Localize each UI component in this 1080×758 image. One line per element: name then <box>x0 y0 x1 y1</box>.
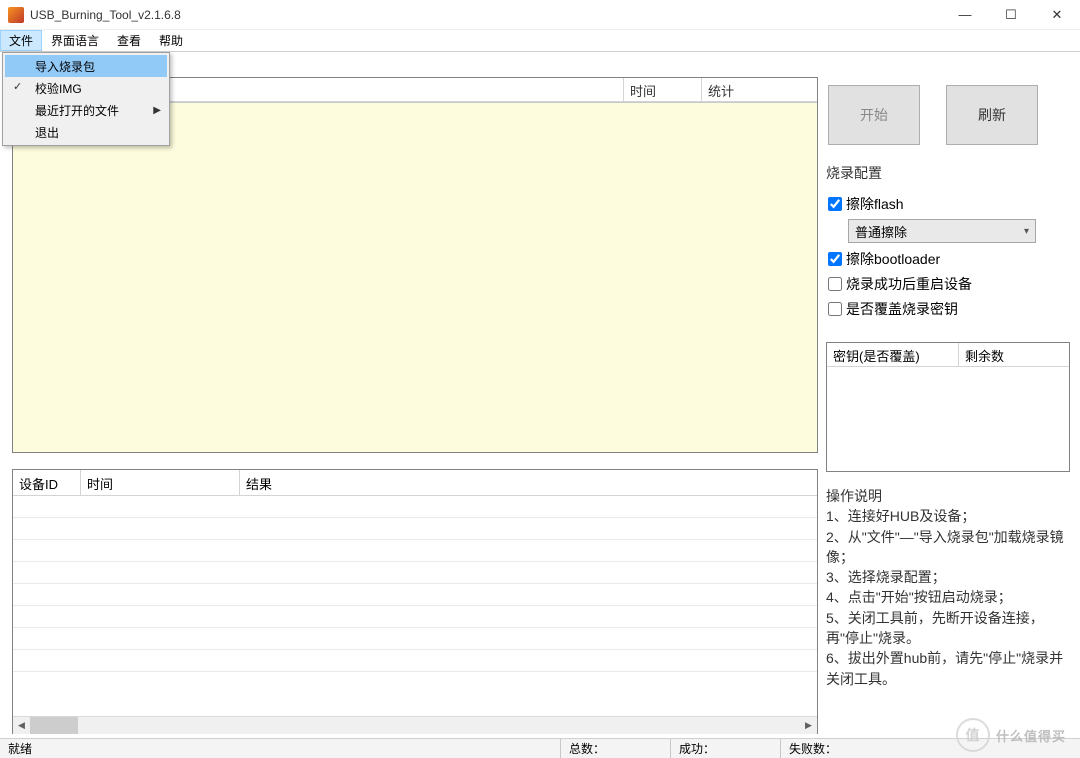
instruction-line: 2、从"文件"—"导入烧录包"加载烧录镜像； <box>826 527 1070 568</box>
reboot-after-checkbox[interactable]: 烧录成功后重启设备 <box>828 274 1070 294</box>
col-key: 密钥(是否覆盖) <box>827 343 959 367</box>
erase-bootloader-checkbox[interactable]: 擦除bootloader <box>828 249 1070 269</box>
col-device-id: 设备ID <box>13 470 81 496</box>
instruction-line: 5、关闭工具前，先断开设备连接，再"停止"烧录。 <box>826 608 1070 649</box>
close-button[interactable]: ✕ <box>1034 0 1080 30</box>
app-icon <box>8 7 24 23</box>
left-panel: 时间 统计 设备ID 时间 结果 ◀ <box>0 52 822 738</box>
table-row <box>13 584 817 606</box>
menu-import-package[interactable]: 导入烧录包 <box>5 55 167 77</box>
menu-file[interactable]: 文件 <box>0 30 42 51</box>
titlebar: USB_Burning_Tool_v2.1.6.8 — ☐ ✕ <box>0 0 1080 30</box>
status-success: 成功： <box>670 739 780 758</box>
config-box: 擦除flash 普通擦除 ▾ 擦除bootloader 烧录成功后重启设备 是否… <box>826 189 1070 324</box>
scroll-thumb[interactable] <box>30 717 78 734</box>
checkbox-input[interactable] <box>828 277 842 291</box>
table-row <box>13 518 817 540</box>
menu-recent-files[interactable]: 最近打开的文件 ▶ <box>5 99 167 121</box>
select-value: 普通擦除 <box>855 222 907 241</box>
checkbox-label: 是否覆盖烧录密钥 <box>846 299 958 319</box>
menubar: 文件 界面语言 查看 帮助 <box>0 30 1080 52</box>
menu-help[interactable]: 帮助 <box>150 30 192 51</box>
right-panel: 开始 刷新 烧录配置 擦除flash 普通擦除 ▾ 擦除bootloader 烧… <box>822 52 1080 738</box>
table-row <box>13 496 817 518</box>
checkbox-input[interactable] <box>828 197 842 211</box>
menu-item-label: 导入烧录包 <box>35 58 95 75</box>
chevron-down-icon: ▾ <box>1024 226 1029 237</box>
status-ready: 就绪 <box>0 739 560 758</box>
checkbox-input[interactable] <box>828 302 842 316</box>
instruction-line: 3、选择烧录配置； <box>826 567 1070 587</box>
col-device-result: 结果 <box>240 470 817 496</box>
status-fail: 失败数： <box>780 739 1080 758</box>
device-rows <box>13 496 817 716</box>
instruction-line: 4、点击"开始"按钮启动烧录； <box>826 587 1070 607</box>
checkbox-label: 擦除flash <box>846 194 904 214</box>
log-area <box>13 102 817 452</box>
col-remain: 剩余数 <box>959 343 1069 367</box>
file-dropdown: 导入烧录包 ✓ 校验IMG 最近打开的文件 ▶ 退出 <box>2 52 170 146</box>
col-device-time: 时间 <box>81 470 240 496</box>
key-table: 密钥(是否覆盖) 剩余数 <box>826 342 1070 472</box>
content-area: 时间 统计 设备ID 时间 结果 ◀ <box>0 52 1080 738</box>
table-row <box>13 606 817 628</box>
table-row <box>13 650 817 672</box>
config-title: 烧录配置 <box>826 163 1070 183</box>
minimize-button[interactable]: — <box>942 0 988 30</box>
menu-item-label: 最近打开的文件 <box>35 102 119 119</box>
chevron-right-icon: ▶ <box>153 105 161 116</box>
table-row <box>13 540 817 562</box>
status-total: 总数： <box>560 739 670 758</box>
menu-item-label: 退出 <box>35 124 59 141</box>
checkbox-label: 擦除bootloader <box>846 249 940 269</box>
start-button[interactable]: 开始 <box>828 85 920 145</box>
menu-language[interactable]: 界面语言 <box>42 30 108 51</box>
scroll-left-icon[interactable]: ◀ <box>13 717 30 734</box>
menu-item-label: 校验IMG <box>35 80 82 97</box>
window-title: USB_Burning_Tool_v2.1.6.8 <box>30 8 942 22</box>
checkbox-input[interactable] <box>828 252 842 266</box>
instructions: 操作说明 1、连接好HUB及设备； 2、从"文件"—"导入烧录包"加载烧录镜像；… <box>826 486 1070 689</box>
table-row <box>13 628 817 650</box>
col-time: 时间 <box>624 78 702 101</box>
menu-view[interactable]: 查看 <box>108 30 150 51</box>
instruction-line: 1、连接好HUB及设备； <box>826 506 1070 526</box>
check-icon: ✓ <box>13 80 22 93</box>
instruction-line: 6、拔出外置hub前，请先"停止"烧录并关闭工具。 <box>826 648 1070 689</box>
checkbox-label: 烧录成功后重启设备 <box>846 274 972 294</box>
erase-mode-select[interactable]: 普通擦除 ▾ <box>848 219 1036 243</box>
menu-exit[interactable]: 退出 <box>5 121 167 143</box>
maximize-button[interactable]: ☐ <box>988 0 1034 30</box>
overwrite-key-checkbox[interactable]: 是否覆盖烧录密钥 <box>828 299 1070 319</box>
col-stats: 统计 <box>702 78 817 101</box>
device-table: 设备ID 时间 结果 ◀ ▶ <box>12 469 818 734</box>
window-controls: — ☐ ✕ <box>942 0 1080 30</box>
horizontal-scrollbar[interactable]: ◀ ▶ <box>13 716 817 733</box>
key-table-header: 密钥(是否覆盖) 剩余数 <box>827 343 1069 367</box>
scroll-right-icon[interactable]: ▶ <box>800 717 817 734</box>
instructions-title: 操作说明 <box>826 486 1070 506</box>
scroll-track[interactable] <box>30 717 800 734</box>
menu-verify-img[interactable]: ✓ 校验IMG <box>5 77 167 99</box>
refresh-button[interactable]: 刷新 <box>946 85 1038 145</box>
statusbar: 就绪 总数： 成功： 失败数： <box>0 738 1080 758</box>
erase-flash-checkbox[interactable]: 擦除flash <box>828 194 1070 214</box>
device-table-header: 设备ID 时间 结果 <box>13 470 817 496</box>
action-buttons: 开始 刷新 <box>828 85 1070 145</box>
table-row <box>13 562 817 584</box>
